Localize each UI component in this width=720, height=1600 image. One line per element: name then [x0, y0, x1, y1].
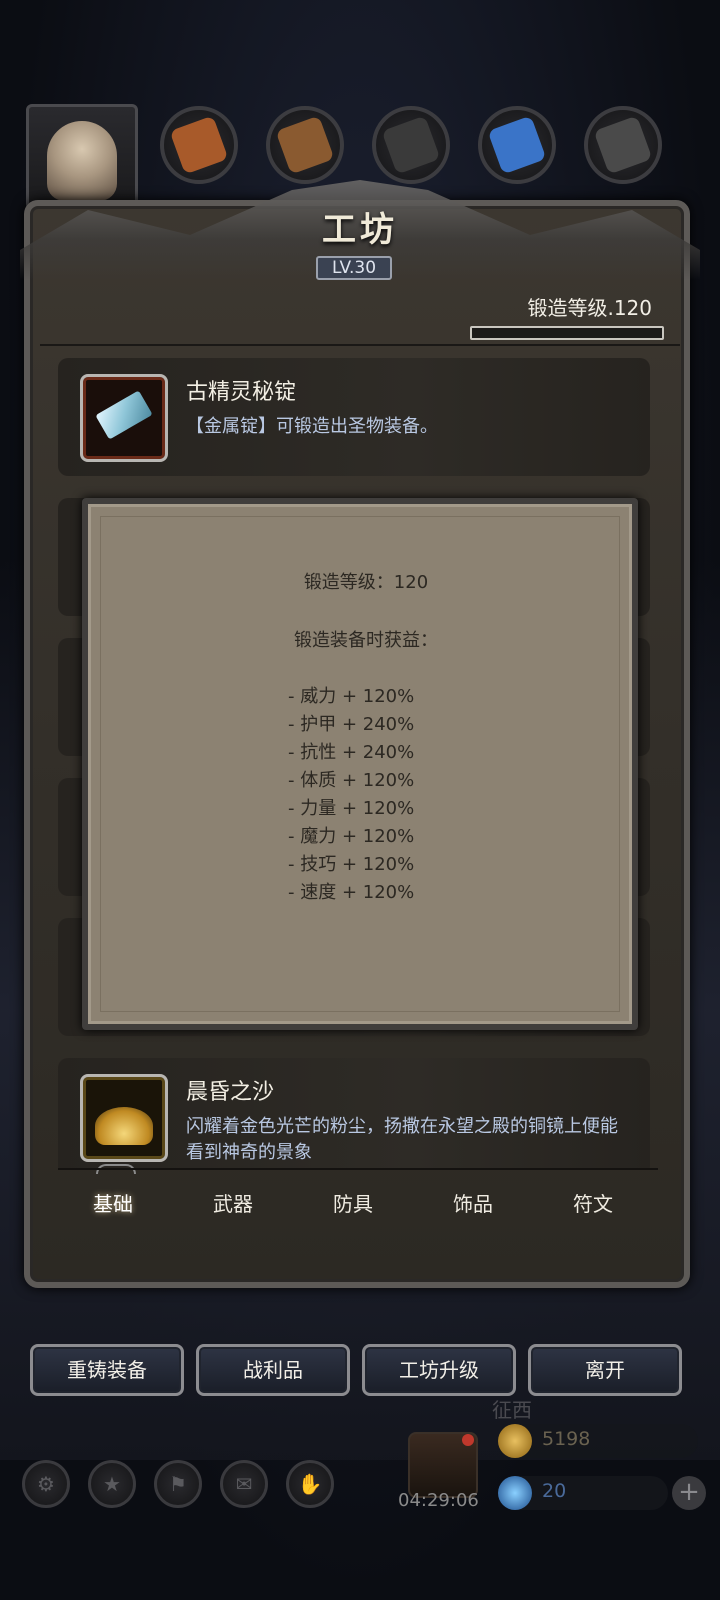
guild-nav-icon[interactable]: ⚑: [154, 1460, 202, 1508]
gold-icon: [498, 1424, 532, 1458]
tab-armor[interactable]: 防具: [298, 1188, 408, 1217]
tooltip-gain-title: 锻造装备时获益：: [294, 630, 438, 651]
avatar-portrait: [47, 121, 117, 201]
category-tabs: 基础 武器 防具 饰品 符文: [58, 1168, 658, 1240]
page-title: 工坊: [322, 210, 398, 250]
tooltip-stat: - 护甲 + 240%: [288, 714, 415, 735]
gold-counter: 5198: [498, 1424, 698, 1458]
leather-icon: [169, 115, 229, 175]
add-gems-button[interactable]: +: [672, 1476, 706, 1510]
tab-basic[interactable]: 基础: [58, 1188, 168, 1217]
recast-equipment-button[interactable]: 重铸装备: [30, 1344, 184, 1396]
mail-icon: ✉: [235, 1472, 253, 1496]
avatar[interactable]: [26, 104, 138, 210]
tooltip-stat: - 魔力 + 120%: [288, 826, 415, 847]
item-name: 古精灵秘锭: [186, 380, 297, 405]
gift-timer: 04:29:06: [398, 1490, 479, 1511]
star-icon: ★: [103, 1472, 121, 1496]
gem-counter: 20: [498, 1476, 668, 1510]
tooltip-stat: - 威力 + 120%: [288, 686, 415, 707]
ingot-icon: [593, 115, 653, 175]
item-description: 闪耀着金色光芒的粉尘，扬撒在永望之殿的铜镜上便能看到神奇的景象: [186, 1116, 618, 1163]
list-item[interactable]: 古精灵秘锭 【金属锭】可锻造出圣物装备。: [58, 358, 650, 476]
list-item[interactable]: 晨昏之沙 闪耀着金色光芒的粉尘，扬撒在永望之殿的铜镜上便能看到神奇的景象: [58, 1058, 650, 1168]
forge-level-progress: [470, 326, 664, 340]
settings-nav-icon[interactable]: ⚙: [22, 1460, 70, 1508]
wood-resource[interactable]: [266, 106, 344, 184]
tooltip-stat: - 力量 + 120%: [288, 798, 415, 819]
crystal-resource[interactable]: [478, 106, 556, 184]
social-nav-icon[interactable]: ✋: [286, 1460, 334, 1508]
tooltip-forge-level: 锻造等级：120: [303, 572, 429, 593]
header-divider: [40, 344, 680, 346]
wood-icon: [275, 115, 335, 175]
notification-dot: [462, 1434, 474, 1446]
workshop-level-badge: LV.30: [316, 256, 392, 280]
ingot-icon: [95, 390, 153, 440]
sand-icon: [95, 1107, 153, 1145]
leave-button[interactable]: 离开: [528, 1344, 682, 1396]
handshake-icon: ✋: [297, 1472, 323, 1496]
crystal-icon: [487, 115, 547, 175]
leather-resource[interactable]: [160, 106, 238, 184]
gold-value: 5198: [542, 1428, 591, 1450]
item-icon-frame: [80, 374, 168, 462]
iron-resource[interactable]: [372, 106, 450, 184]
gear-icon: ⚙: [37, 1472, 55, 1496]
workshop-upgrade-button[interactable]: 工坊升级: [362, 1344, 516, 1396]
forge-level-tooltip: 锻造等级：120 锻造装备时获益： - 威力 + 120% - 护甲 + 240…: [82, 498, 638, 1030]
mail-nav-icon[interactable]: ✉: [220, 1460, 268, 1508]
loot-button[interactable]: 战利品: [196, 1344, 350, 1396]
item-icon-frame: [80, 1074, 168, 1162]
banner-icon: ⚑: [169, 1472, 187, 1496]
ingot-resource[interactable]: [584, 106, 662, 184]
tab-accessories[interactable]: 饰品: [418, 1188, 528, 1217]
tooltip-stat: - 体质 + 120%: [288, 770, 415, 791]
tab-weapons[interactable]: 武器: [178, 1188, 288, 1217]
gem-value: 20: [542, 1480, 567, 1502]
faded-map-label: 征西: [492, 1398, 532, 1422]
gem-icon: [498, 1476, 532, 1510]
tooltip-stat: - 抗性 + 240%: [288, 742, 415, 763]
achievement-nav-icon[interactable]: ★: [88, 1460, 136, 1508]
tooltip-stat: - 技巧 + 120%: [288, 854, 415, 875]
iron-icon: [381, 115, 441, 175]
tab-runes[interactable]: 符文: [538, 1188, 648, 1217]
forge-level-label: 锻造等级.120: [527, 296, 652, 320]
item-description: 【金属锭】可锻造出圣物装备。: [186, 416, 438, 437]
item-name: 晨昏之沙: [186, 1080, 275, 1105]
tooltip-stat: - 速度 + 120%: [288, 882, 415, 903]
